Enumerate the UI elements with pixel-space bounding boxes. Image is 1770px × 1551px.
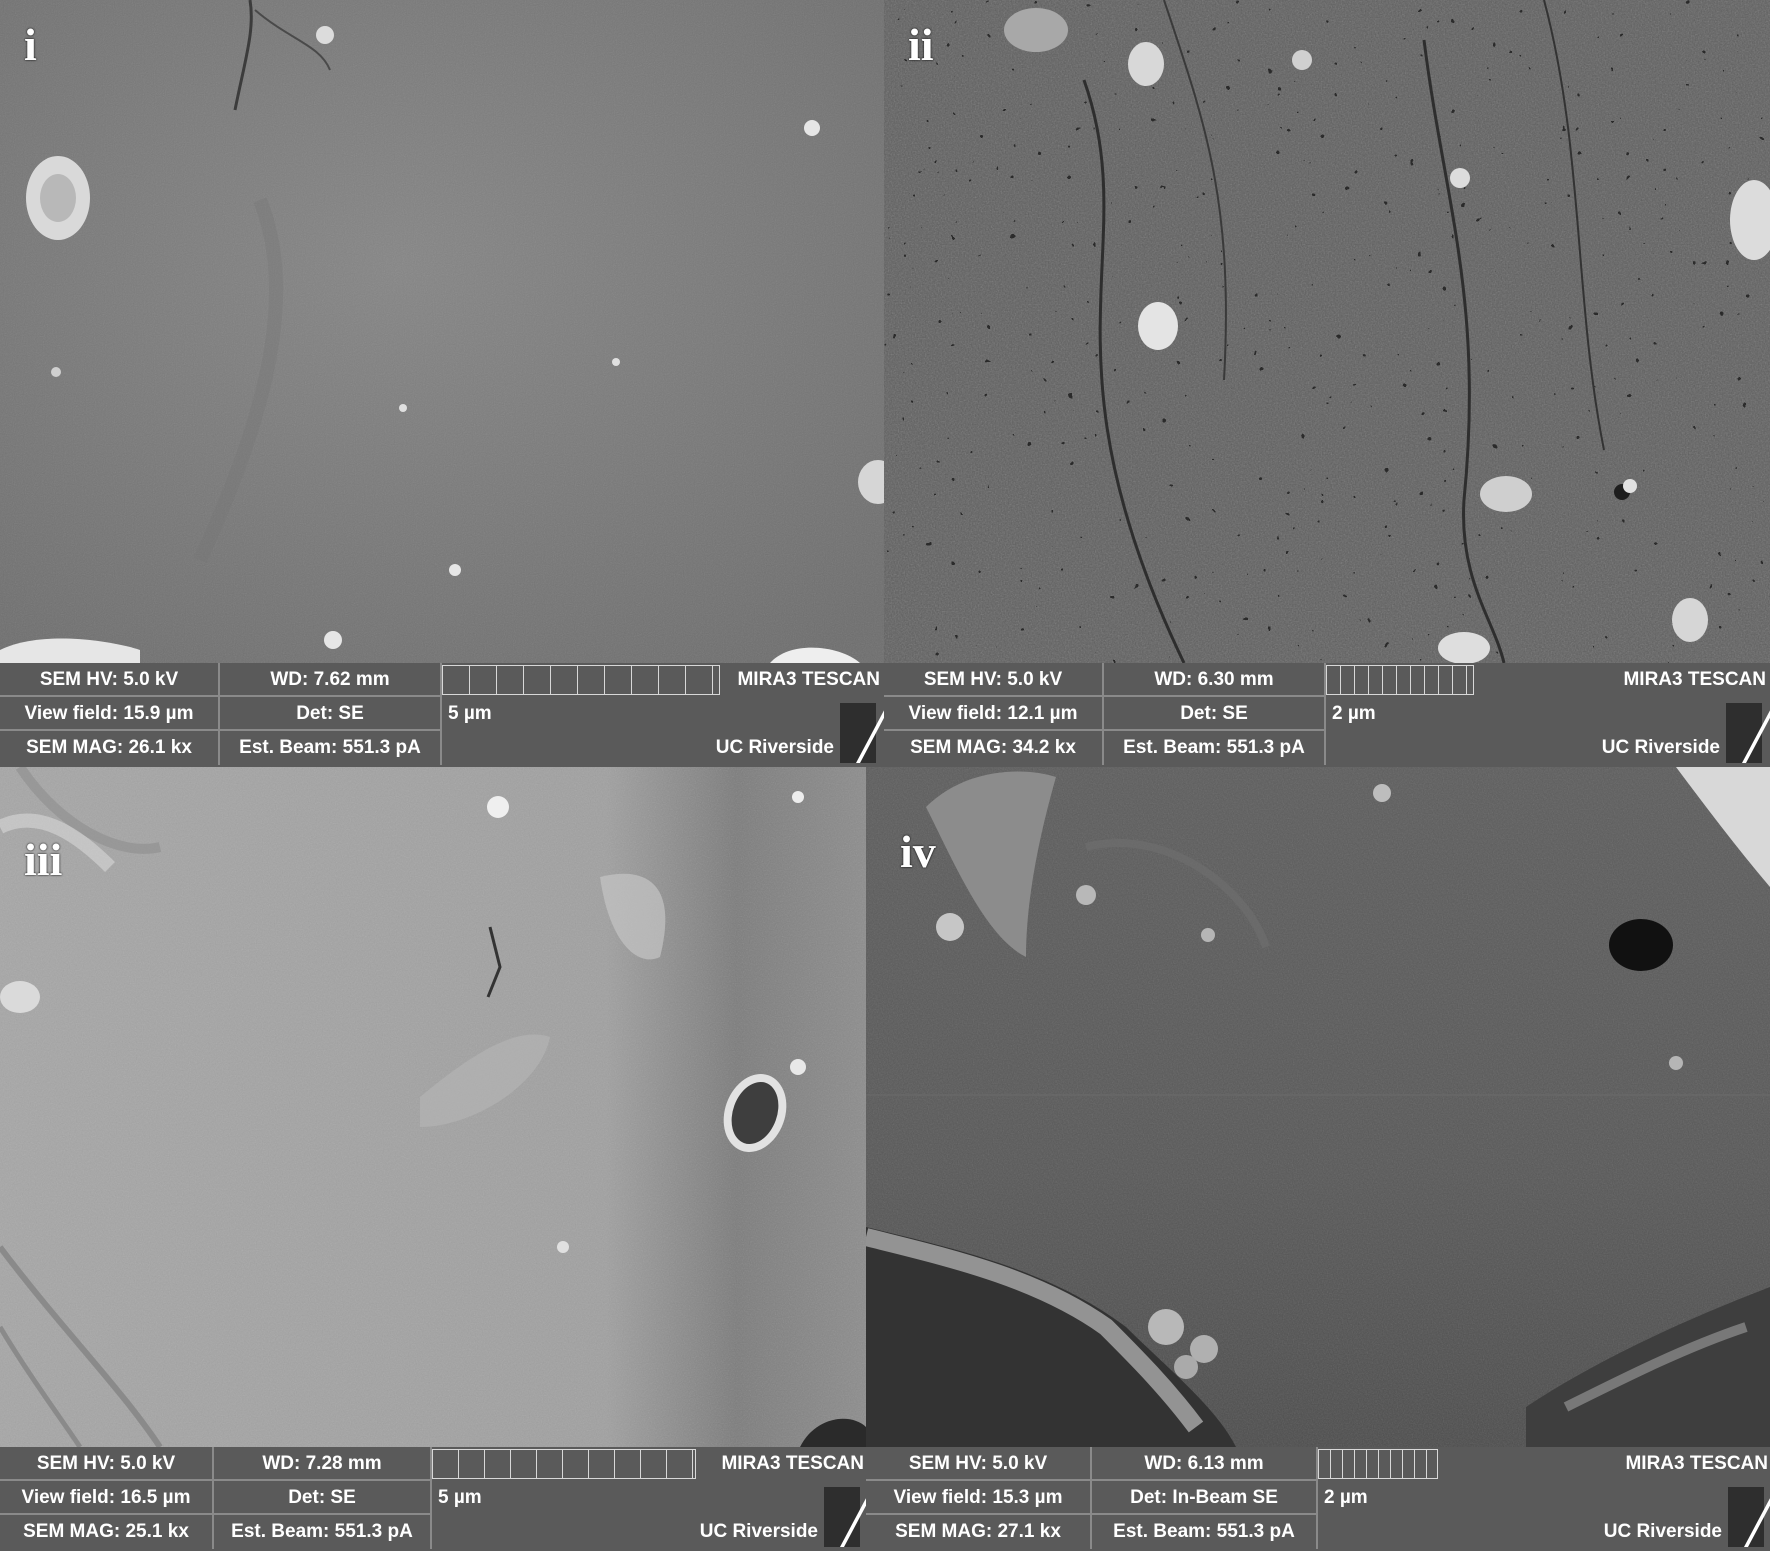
sem-data-bar: SEM HV: 5.0 kV View field: 15.9 µm SEM M… — [0, 663, 884, 767]
instrument-brand: MIRA3 TESCAN — [737, 669, 880, 690]
micrograph-image — [866, 767, 1770, 1447]
scale-bar — [432, 1449, 696, 1479]
scale-bar — [1326, 665, 1474, 695]
view-field: View field: 16.5 µm — [0, 1481, 214, 1515]
scale-bar-label: 2 µm — [1332, 703, 1376, 724]
sem-figure: i SEM HV: 5.0 kV View field: 15.9 µm SEM… — [0, 0, 1770, 1551]
scale-bar — [1318, 1449, 1438, 1479]
instrument-brand: MIRA3 TESCAN — [1623, 669, 1766, 690]
lab-name: UC Riverside — [1603, 1521, 1722, 1542]
panel-label: iv — [900, 826, 936, 877]
scale-bar-label: 5 µm — [438, 1487, 482, 1508]
instrument-brand: MIRA3 TESCAN — [1625, 1453, 1768, 1474]
lab-name: UC Riverside — [1601, 737, 1720, 758]
panel-label: iii — [24, 834, 63, 885]
view-field: View field: 12.1 µm — [884, 697, 1104, 731]
panel-label: ii — [908, 19, 934, 70]
micrograph-image — [0, 767, 866, 1447]
scale-bar-label: 5 µm — [448, 703, 492, 724]
tescan-logo-icon — [1726, 703, 1762, 763]
sem-data-bar: SEM HV: 5.0 kV View field: 16.5 µm SEM M… — [0, 1447, 866, 1551]
hv-field: SEM HV: 5.0 kV — [884, 663, 1104, 697]
beam-current-field: Est. Beam: 551.3 pA — [220, 731, 442, 765]
sem-panel-iv: iv SEM HV: 5.0 kV View field: 15.3 µm SE… — [866, 767, 1770, 1551]
beam-current-field: Est. Beam: 551.3 pA — [1092, 1515, 1318, 1549]
detector-field: Det: SE — [1104, 697, 1326, 731]
working-distance-field: WD: 6.30 mm — [1104, 663, 1326, 697]
working-distance-field: WD: 7.62 mm — [220, 663, 442, 697]
view-field: View field: 15.9 µm — [0, 697, 220, 731]
view-field: View field: 15.3 µm — [866, 1481, 1092, 1515]
beam-current-field: Est. Beam: 551.3 pA — [1104, 731, 1326, 765]
magnification-field: SEM MAG: 25.1 kx — [0, 1515, 214, 1549]
tescan-logo-icon — [1728, 1487, 1764, 1547]
scale-bar-label: 2 µm — [1324, 1487, 1368, 1508]
detector-field: Det: SE — [214, 1481, 432, 1515]
magnification-field: SEM MAG: 26.1 kx — [0, 731, 220, 765]
lab-name: UC Riverside — [715, 737, 834, 758]
tescan-logo-icon — [824, 1487, 860, 1547]
hv-field: SEM HV: 5.0 kV — [0, 1447, 214, 1481]
instrument-brand: MIRA3 TESCAN — [721, 1453, 864, 1474]
hv-field: SEM HV: 5.0 kV — [866, 1447, 1092, 1481]
magnification-field: SEM MAG: 34.2 kx — [884, 731, 1104, 765]
detector-field: Det: In-Beam SE — [1092, 1481, 1318, 1515]
working-distance-field: WD: 6.13 mm — [1092, 1447, 1318, 1481]
detector-field: Det: SE — [220, 697, 442, 731]
beam-current-field: Est. Beam: 551.3 pA — [214, 1515, 432, 1549]
working-distance-field: WD: 7.28 mm — [214, 1447, 432, 1481]
scale-bar — [442, 665, 720, 695]
magnification-field: SEM MAG: 27.1 kx — [866, 1515, 1092, 1549]
sem-panel-i: i SEM HV: 5.0 kV View field: 15.9 µm SEM… — [0, 0, 884, 767]
micrograph-image — [0, 0, 884, 663]
sem-panel-iii: iii SEM HV: 5.0 kV View field: 16.5 µm S… — [0, 767, 866, 1551]
tescan-logo-icon — [840, 703, 876, 763]
sem-data-bar: SEM HV: 5.0 kV View field: 12.1 µm SEM M… — [884, 663, 1770, 767]
panel-label: i — [24, 19, 37, 70]
micrograph-image — [884, 0, 1770, 663]
sem-panel-ii: ii SEM HV: 5.0 kV View field: 12.1 µm SE… — [884, 0, 1770, 767]
hv-field: SEM HV: 5.0 kV — [0, 663, 220, 697]
lab-name: UC Riverside — [699, 1521, 818, 1542]
sem-data-bar: SEM HV: 5.0 kV View field: 15.3 µm SEM M… — [866, 1447, 1770, 1551]
